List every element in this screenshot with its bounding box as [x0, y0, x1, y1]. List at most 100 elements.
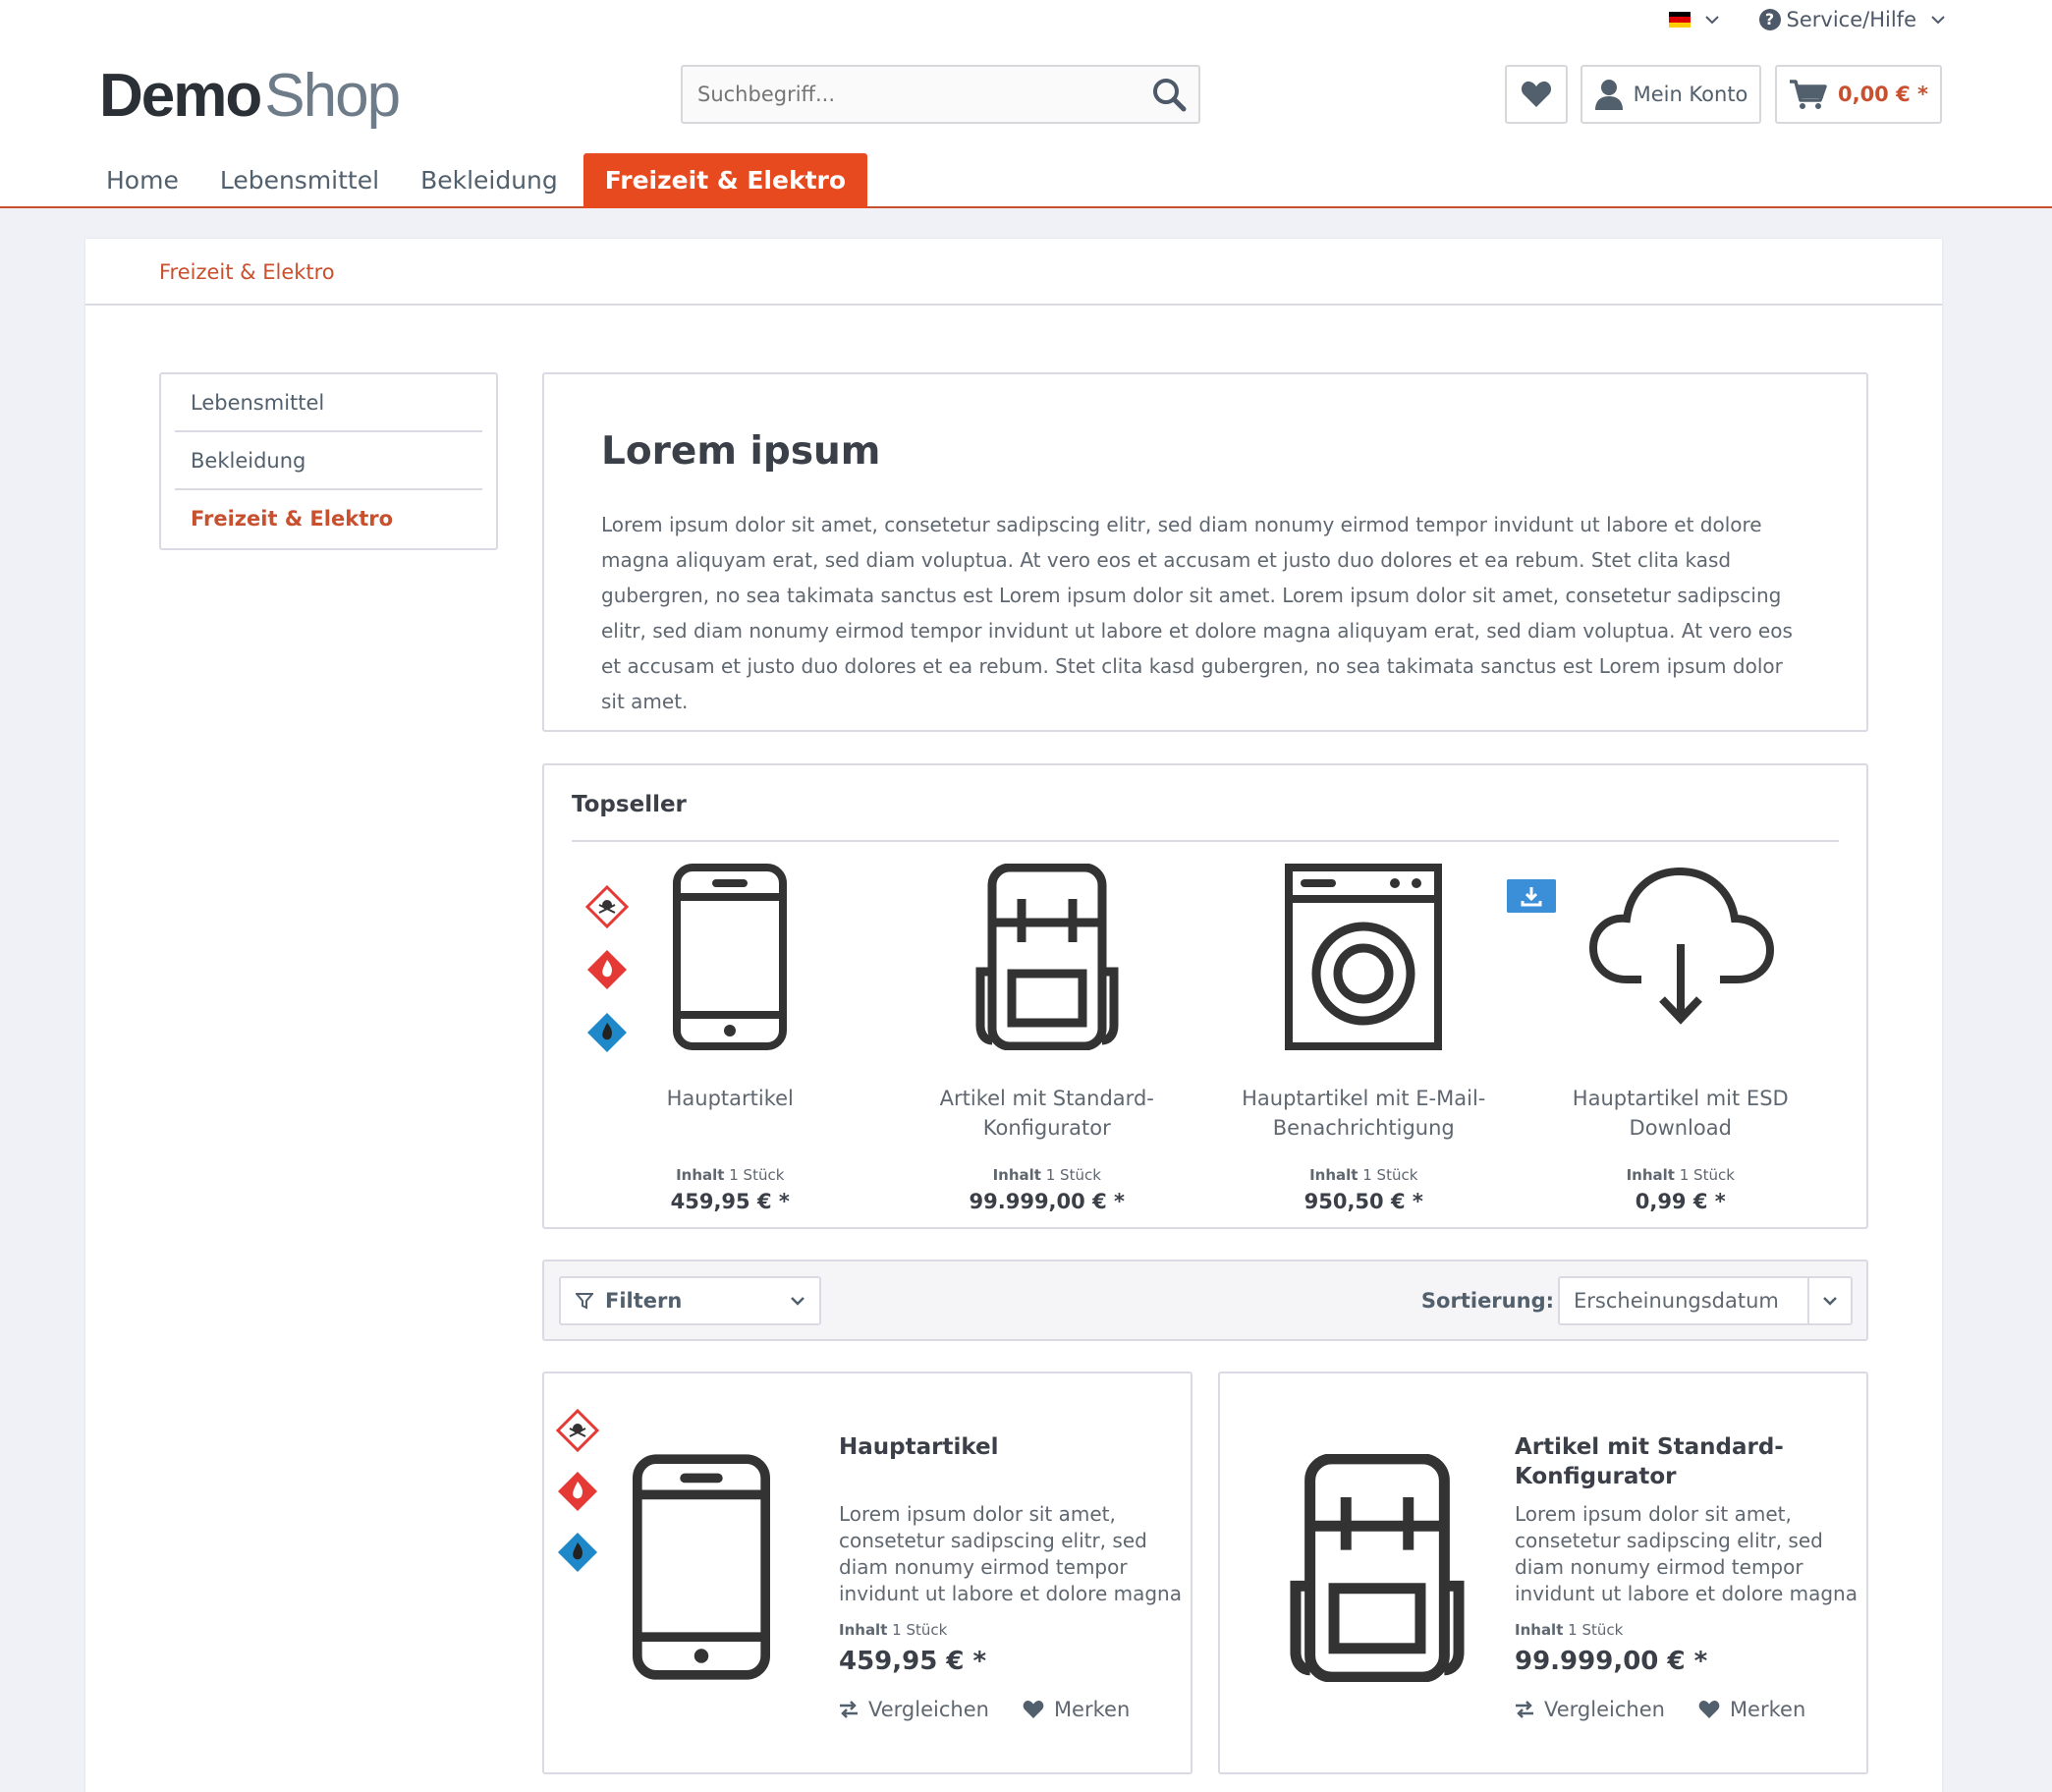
filter-button[interactable]: Filtern — [559, 1276, 821, 1325]
product-title[interactable]: Hauptartikel — [839, 1432, 1183, 1462]
intro-text: Lorem ipsum dolor sit amet, consetetur s… — [601, 513, 1793, 713]
product-title[interactable]: Hauptartikel — [572, 1084, 889, 1145]
chevron-down-icon — [1931, 16, 1945, 25]
inhalt-value: 1 Stück — [1362, 1166, 1418, 1184]
search-icon[interactable] — [1151, 77, 1187, 112]
product-price: 950,50 € * — [1303, 1190, 1423, 1213]
nav-item-freizeit-elektro[interactable]: Freizeit & Elektro — [582, 153, 868, 208]
sidebar-item-lebensmittel[interactable]: Lebensmittel — [175, 374, 482, 432]
remember-button[interactable]: Merken — [1698, 1698, 1805, 1721]
user-icon — [1594, 80, 1623, 110]
sort-select[interactable]: Erscheinungsdatum — [1558, 1276, 1853, 1325]
inhalt-value: 1 Stück — [729, 1166, 785, 1184]
product-content: Inhalt 1 Stück — [1515, 1621, 1858, 1639]
service-menu[interactable]: ? Service/Hilfe — [1758, 8, 1946, 31]
compare-button[interactable]: Vergleichen — [1515, 1698, 1665, 1721]
inhalt-value: 1 Stück — [892, 1621, 948, 1639]
product-image[interactable] — [603, 1454, 800, 1686]
product-image[interactable] — [1279, 1454, 1475, 1686]
product-image[interactable] — [1205, 864, 1523, 1060]
heart-icon — [1023, 1701, 1044, 1718]
inhalt-label: Inhalt — [992, 1166, 1041, 1184]
heart-icon — [1521, 81, 1552, 107]
inhalt-label: Inhalt — [1515, 1621, 1564, 1639]
sidebar-item-bekleidung[interactable]: Bekleidung — [175, 432, 482, 490]
nav-item-bekleidung[interactable]: Bekleidung — [405, 153, 574, 208]
inhalt-label: Inhalt — [1626, 1166, 1675, 1184]
remember-button[interactable]: Merken — [1023, 1698, 1130, 1721]
product-image[interactable] — [889, 864, 1206, 1060]
category-intro: Lorem ipsum Lorem ipsum dolor sit amet, … — [542, 372, 1868, 732]
intro-title: Lorem ipsum — [601, 429, 881, 474]
chevron-down-icon — [1823, 1297, 1837, 1306]
product-image[interactable] — [1523, 864, 1840, 1060]
sidebar-item-freizeit-elektro[interactable]: Freizeit & Elektro — [175, 490, 482, 548]
breadcrumb: Freizeit & Elektro — [85, 239, 1942, 306]
logo-demo: Demo — [99, 62, 262, 130]
product-title[interactable]: Artikel mit Standard-Konfigurator — [889, 1084, 1206, 1145]
topseller-item[interactable]: Hauptartikel mit ESD Download Inhalt 1 S… — [1506, 864, 1840, 1213]
product-description: Lorem ipsum dolor sit amet, consetetur s… — [839, 1502, 1182, 1605]
compare-button[interactable]: Vergleichen — [839, 1698, 989, 1721]
listing-actions: Filtern Sortierung: Erscheinungsdatum — [542, 1260, 1868, 1341]
nav-item-home[interactable]: Home — [90, 153, 194, 208]
topseller-item[interactable]: Artikel mit Standard-Konfigurator Inhalt… — [889, 864, 1206, 1213]
product-title[interactable]: Hauptartikel mit E-Mail-Benachrichtigung — [1205, 1084, 1523, 1145]
wishlist-button[interactable] — [1505, 65, 1568, 124]
category-sidebar: Lebensmittel Bekleidung Freizeit & Elekt… — [159, 372, 498, 550]
download-badge-icon — [1506, 879, 1556, 913]
product-title[interactable]: Artikel mit Standard-Konfigurator — [1515, 1432, 1858, 1491]
nav-item-lebensmittel[interactable]: Lebensmittel — [204, 153, 395, 208]
inhalt-label: Inhalt — [1309, 1166, 1359, 1184]
product-price: 99.999,00 € * — [1515, 1647, 1708, 1676]
remember-label: Merken — [1729, 1698, 1806, 1721]
breadcrumb-current[interactable]: Freizeit & Elektro — [159, 260, 335, 284]
remember-label: Merken — [1053, 1698, 1131, 1721]
account-button[interactable]: Mein Konto — [1581, 65, 1761, 124]
product-content: Inhalt 1 Stück — [839, 1621, 1183, 1639]
product-price: 459,95 € * — [839, 1647, 987, 1676]
chevron-down-icon — [791, 1297, 804, 1306]
search-input[interactable] — [683, 67, 1115, 122]
flammable-hazard-icon — [558, 1472, 597, 1511]
compare-arrows-icon — [1516, 1701, 1533, 1718]
washing-machine-icon — [1285, 864, 1443, 1050]
inhalt-value: 1 Stück — [1568, 1621, 1624, 1639]
search-box — [681, 65, 1200, 124]
shop-logo[interactable]: DemoShop — [99, 61, 401, 131]
product-box: Hauptartikel Lorem ipsum dolor sit amet,… — [542, 1372, 1192, 1774]
sort-label: Sortierung: — [1420, 1289, 1554, 1313]
sort-value: Erscheinungsdatum — [1574, 1289, 1779, 1313]
product-content: Inhalt 1 Stück — [572, 1166, 889, 1184]
inhalt-value: 1 Stück — [1045, 1166, 1101, 1184]
product-price: 99.999,00 € * — [969, 1190, 1125, 1213]
logo-shop: Shop — [264, 62, 401, 130]
hazard-labels — [556, 1409, 599, 1574]
german-flag-icon — [1668, 12, 1691, 28]
main-navigation: Home Lebensmittel Bekleidung Freizeit & … — [90, 153, 877, 208]
cart-total: 0,00 € * — [1837, 83, 1929, 106]
chevron-down-icon — [1704, 16, 1719, 25]
product-info: Artikel mit Standard-Konfigurator Lorem … — [1515, 1432, 1858, 1721]
flammable-hazard-icon — [587, 950, 627, 989]
inhalt-label: Inhalt — [676, 1166, 725, 1184]
inhalt-value: 1 Stück — [1679, 1166, 1735, 1184]
backpack-icon — [1290, 1454, 1465, 1682]
service-label: Service/Hilfe — [1786, 8, 1916, 31]
product-title[interactable]: Hauptartikel mit ESD Download — [1523, 1084, 1840, 1145]
product-price: 459,95 € * — [670, 1190, 790, 1213]
language-switcher[interactable] — [1668, 12, 1720, 28]
cart-button[interactable]: 0,00 € * — [1775, 65, 1942, 124]
topseller-item[interactable]: Hauptartikel Inhalt 1 Stück 459,95 € * — [572, 864, 889, 1213]
topseller-list: Hauptartikel Inhalt 1 Stück 459,95 € * A… — [572, 864, 1839, 1213]
product-box: Artikel mit Standard-Konfigurator Lorem … — [1218, 1372, 1868, 1774]
filter-label: Filtern — [605, 1289, 683, 1313]
sort-dropdown-toggle[interactable] — [1807, 1278, 1851, 1323]
compare-label: Vergleichen — [1544, 1698, 1665, 1721]
help-icon: ? — [1758, 9, 1781, 30]
product-description: Lorem ipsum dolor sit amet, consetetur s… — [1515, 1502, 1858, 1605]
shopping-cart-icon — [1789, 80, 1827, 109]
cloud-download-icon — [1588, 867, 1774, 1025]
toxic-hazard-icon — [556, 1409, 599, 1452]
topseller-item[interactable]: Hauptartikel mit E-Mail-Benachrichtigung… — [1205, 864, 1523, 1213]
